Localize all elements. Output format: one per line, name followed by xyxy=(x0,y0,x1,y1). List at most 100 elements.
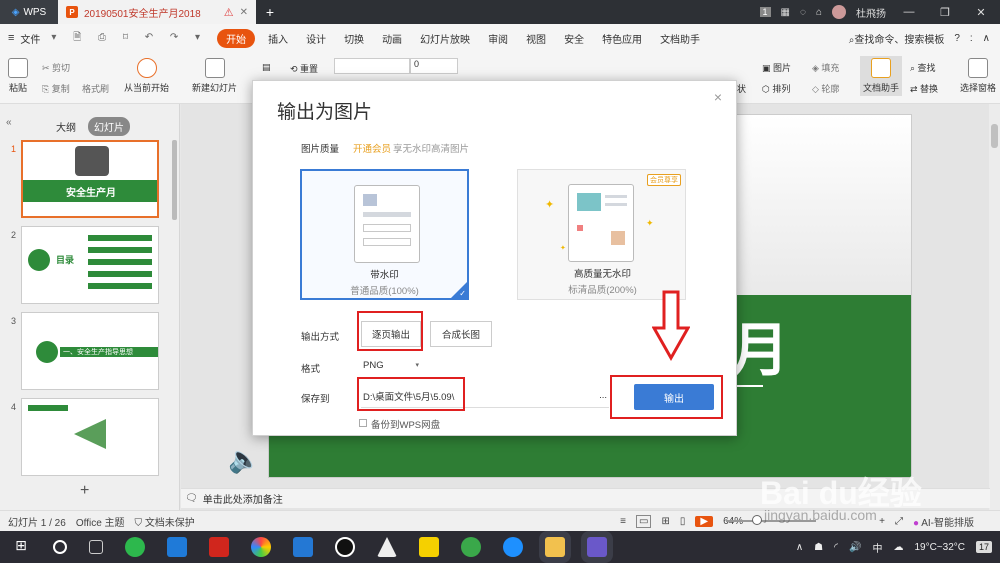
calendar-icon[interactable] xyxy=(167,537,187,557)
slide-thumb-2[interactable]: 目录 xyxy=(21,226,159,304)
zoom-slider-thumb[interactable] xyxy=(752,515,762,525)
menu-slideshow[interactable]: 幻灯片放映 xyxy=(411,31,479,46)
user-name[interactable]: 杜飛扬 xyxy=(856,5,886,20)
slide-thumb-4[interactable] xyxy=(21,398,159,476)
dialog-close-button[interactable]: × xyxy=(714,89,722,105)
layout-button[interactable]: ▤ xyxy=(262,62,271,73)
format-select[interactable]: PNG ▾ xyxy=(361,355,421,375)
menu-features[interactable]: 特色应用 xyxy=(593,31,651,46)
search-command[interactable]: ⌕查找命令、搜索模板 xyxy=(849,31,945,46)
reset-button[interactable]: ⟲ 重置 xyxy=(290,62,318,75)
close-window-button[interactable]: ✕ xyxy=(968,6,994,19)
copy-button[interactable]: ⎘ 复制 xyxy=(42,82,70,95)
collapse-pane-icon[interactable]: « xyxy=(6,117,12,128)
option-no-watermark[interactable]: 会员尊享 ✦ ✦ ✦ 高质量无水印 标清品质(200%) xyxy=(517,169,686,300)
skin-icon[interactable]: ◌ xyxy=(800,7,806,18)
from-current-button[interactable]: 从当前开始 xyxy=(124,58,169,94)
ime-indicator[interactable]: 中 xyxy=(872,540,882,555)
pane-scrollbar[interactable] xyxy=(172,140,177,220)
minimize-button[interactable]: — xyxy=(896,6,922,18)
layout-icon[interactable]: ▦ xyxy=(781,7,790,18)
qq-icon[interactable] xyxy=(335,537,355,557)
menu-review[interactable]: 审阅 xyxy=(479,31,517,46)
find-button[interactable]: ⌕ 查找 xyxy=(910,61,936,74)
baidu-app-icon[interactable] xyxy=(293,537,313,557)
paste-button[interactable]: 粘贴 xyxy=(8,58,28,94)
cortana-icon[interactable] xyxy=(53,540,67,554)
close-tab-icon[interactable]: ✕ xyxy=(240,7,248,18)
new-slide-button[interactable]: 新建幻灯片 xyxy=(192,58,237,94)
arrange-button[interactable]: ⬡ 排列 xyxy=(762,82,790,95)
edge-icon[interactable] xyxy=(503,537,523,557)
select-window-button[interactable]: 选择窗格 xyxy=(960,58,996,94)
outline-button[interactable]: ◇ 轮廓 xyxy=(812,82,839,95)
wechat-icon[interactable] xyxy=(125,537,145,557)
it-app-icon[interactable] xyxy=(209,537,229,557)
fit-window-icon[interactable]: ⤢ xyxy=(895,516,903,527)
menu-animation[interactable]: 动画 xyxy=(373,31,411,46)
font-name-input[interactable] xyxy=(334,58,410,74)
windows-start-icon[interactable]: ⊞ xyxy=(11,537,31,557)
wps-taskbar-icon[interactable] xyxy=(587,537,607,557)
slide-thumb-3[interactable]: 一、安全生产指导思想 xyxy=(21,312,159,390)
task-view-icon[interactable] xyxy=(89,540,103,554)
menu-view[interactable]: 视图 xyxy=(517,31,555,46)
tab-outline[interactable]: 大纲 xyxy=(50,117,82,136)
slide-sorter-icon[interactable]: ⊞ xyxy=(661,516,669,527)
refresh-app-icon[interactable] xyxy=(461,537,481,557)
doc-assistant-button[interactable]: 文档助手 xyxy=(860,56,903,96)
new-tab-button[interactable]: + xyxy=(256,0,284,24)
window-count-icon[interactable]: 1 xyxy=(759,7,771,17)
notes-toggle-icon[interactable]: ≡ xyxy=(620,516,626,527)
tab-slides[interactable]: 幻灯片 xyxy=(88,117,130,136)
speaker-icon[interactable]: 🔈 xyxy=(228,444,262,476)
action-center[interactable]: 17 xyxy=(975,541,992,553)
backup-checkbox[interactable] xyxy=(359,419,367,427)
hamburger-icon[interactable]: ≡ xyxy=(8,32,14,44)
font-size-input[interactable]: 0 xyxy=(410,58,458,74)
menu-transition[interactable]: 切换 xyxy=(335,31,373,46)
menu-insert[interactable]: 插入 xyxy=(259,31,297,46)
quick-access-icons[interactable]: ▾ 🗎 ⎙ ⌑ ↶ ↷ ▾ xyxy=(51,30,207,47)
add-slide-button[interactable]: + xyxy=(80,482,89,500)
mode-long-image-button[interactable]: 合成长图 xyxy=(430,321,492,347)
ai-layout-button[interactable]: ● AI-智能排版 xyxy=(913,514,1000,529)
normal-view-icon[interactable]: ▭ xyxy=(636,514,652,528)
shape-button[interactable]: 状 xyxy=(737,82,746,95)
format-painter-button[interactable]: 格式刷 xyxy=(82,82,109,95)
option-watermark[interactable]: 带水印 普通品质(100%) ✓ xyxy=(300,169,469,300)
reading-view-icon[interactable]: ▯ xyxy=(680,516,686,527)
wps-home-tab[interactable]: ◈ WPS xyxy=(0,0,58,24)
vertical-scrollbar[interactable] xyxy=(989,104,1000,510)
more-icon[interactable]: : xyxy=(970,33,973,44)
protect-status[interactable]: ⛉ 文档未保护 xyxy=(135,514,195,529)
document-tab[interactable]: P 20190501安全生产月2018 ⚠ ✕ xyxy=(58,0,256,24)
vip-link[interactable]: 开通会员 xyxy=(353,141,391,155)
fill-button[interactable]: ◈ 填充 xyxy=(812,61,839,74)
wifi-icon[interactable]: ◜ xyxy=(834,542,838,553)
slide-thumb-1[interactable]: 安全生产月 xyxy=(21,140,159,218)
zoom-in-icon[interactable]: + xyxy=(879,516,885,527)
replace-button[interactable]: ⇄ 替换 xyxy=(910,82,938,95)
picture-button[interactable]: ▣ 图片 xyxy=(762,61,791,74)
menu-file[interactable]: 文件 xyxy=(18,31,49,46)
explorer-icon[interactable] xyxy=(545,537,565,557)
browse-button[interactable]: ... xyxy=(599,390,607,401)
menu-security[interactable]: 安全 xyxy=(555,31,593,46)
maximize-button[interactable]: ❐ xyxy=(932,6,958,19)
avatar[interactable] xyxy=(832,5,846,19)
fox-app-icon[interactable] xyxy=(377,537,397,557)
volume-icon[interactable]: 🔊 xyxy=(849,542,861,553)
menu-design[interactable]: 设计 xyxy=(297,31,335,46)
notes-app-icon[interactable] xyxy=(419,537,439,557)
show-hidden-icon[interactable]: ∧ xyxy=(796,542,803,553)
menu-doc-assistant[interactable]: 文档助手 xyxy=(651,31,709,46)
network-icon[interactable]: ☗ xyxy=(814,542,823,553)
help-icon[interactable]: ? xyxy=(954,33,960,44)
slideshow-play-button[interactable]: ▶ xyxy=(695,515,714,527)
weather-text[interactable]: 19°C~32°C xyxy=(914,542,965,553)
menu-start[interactable]: 开始 xyxy=(217,28,256,48)
chrome-icon[interactable] xyxy=(251,537,271,557)
scroll-thumb[interactable] xyxy=(991,124,998,148)
collapse-ribbon-icon[interactable]: ∧ xyxy=(983,33,990,44)
